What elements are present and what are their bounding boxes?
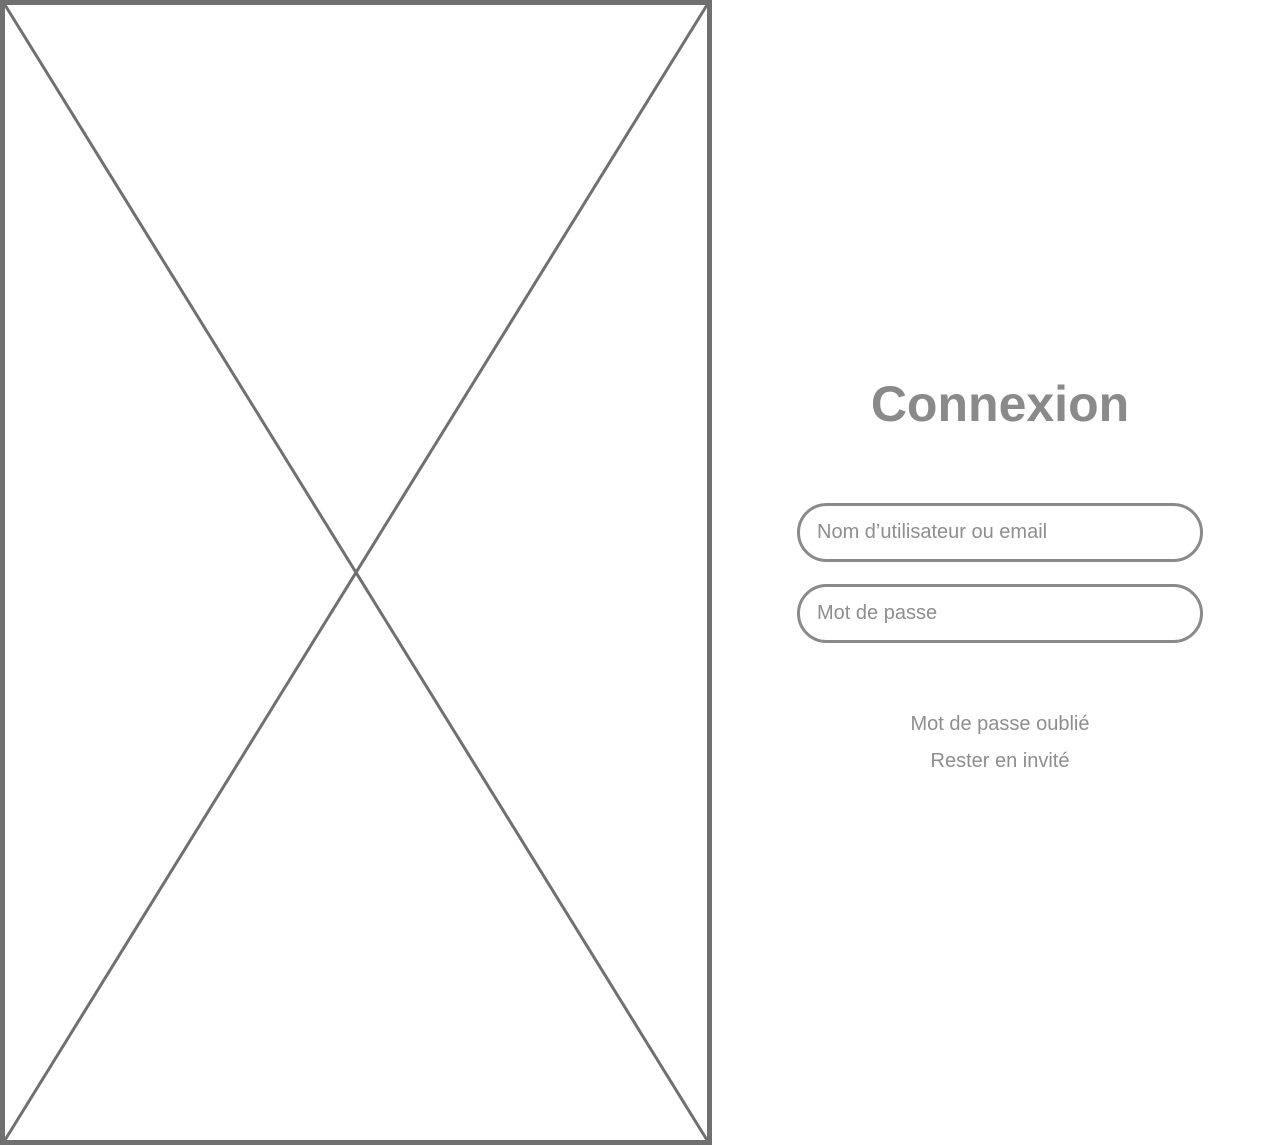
stay-guest-link[interactable]: Rester en invité xyxy=(713,748,1280,774)
password-input[interactable] xyxy=(800,587,1200,640)
forgot-password-link[interactable]: Mot de passe oublié xyxy=(713,711,1280,737)
username-field[interactable] xyxy=(797,503,1203,562)
username-input[interactable] xyxy=(800,506,1200,559)
image-placeholder-icon xyxy=(0,0,713,1146)
password-field[interactable] xyxy=(797,584,1203,643)
page-title: Connexion xyxy=(870,376,1130,432)
login-panel: Connexion Mot de passe oublié Rester en … xyxy=(713,0,1280,1146)
login-page: Connexion Mot de passe oublié Rester en … xyxy=(0,0,1280,1146)
